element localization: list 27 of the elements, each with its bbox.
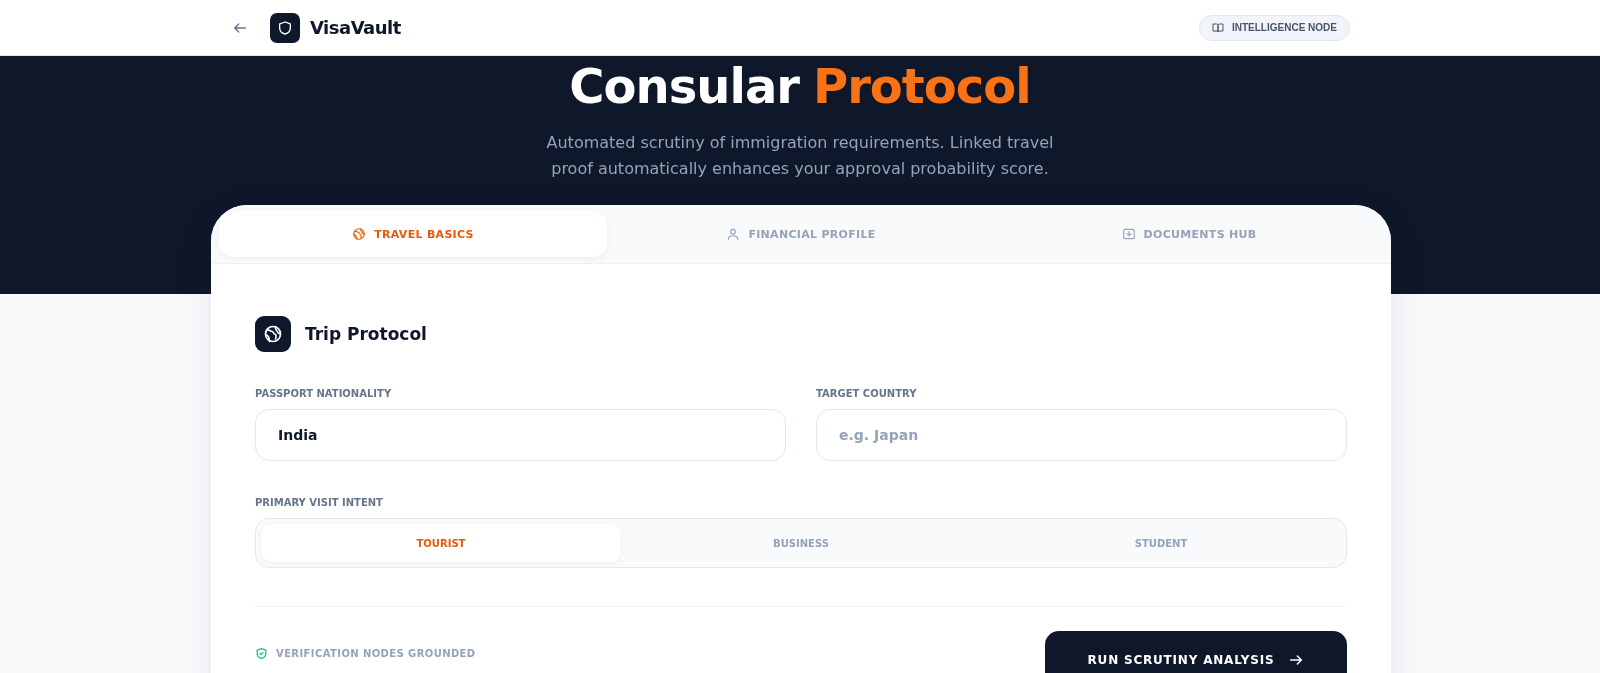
tab[interactable]: TRAVEL BASICS xyxy=(219,211,607,257)
field-label: PASSPORT NATIONALITY xyxy=(255,388,393,399)
hero-title-accent: Protocol xyxy=(813,58,1031,114)
intent-option[interactable]: TOURIST xyxy=(261,524,621,562)
shield-logo-icon xyxy=(270,12,300,43)
hero-title: Consular xyxy=(569,58,799,114)
brand-name: VisaVault xyxy=(310,17,401,38)
input-field[interactable]: e.g. Japan xyxy=(816,409,1347,461)
user-icon xyxy=(726,227,741,241)
arrow-right-icon xyxy=(1288,652,1305,668)
tab[interactable]: FINANCIAL PROFILE xyxy=(607,211,995,257)
input-field[interactable]: India xyxy=(255,409,786,461)
globe-icon xyxy=(255,316,291,352)
run-analysis-button[interactable]: RUN SCRUTINY ANALYSIS xyxy=(1045,631,1347,673)
tab[interactable]: DOCUMENTS HUB xyxy=(995,211,1383,257)
globe-icon xyxy=(352,227,367,241)
shield-check-icon xyxy=(255,647,268,660)
intent-option[interactable]: STUDENT xyxy=(981,524,1341,562)
intent-option[interactable]: BUSINESS xyxy=(621,524,981,562)
field-label: PRIMARY VISIT INTENT xyxy=(255,497,384,508)
hero-subtitle: Automated scrutiny of immigration requirements. Linked travel proof automatically enhances your approval probability score. xyxy=(545,132,1055,180)
status-text: VERIFICATION NODES GROUNDED xyxy=(276,648,476,659)
book-icon xyxy=(1212,21,1224,34)
download-icon xyxy=(1121,227,1136,241)
field-label: TARGET COUNTRY xyxy=(816,388,918,399)
intelligence-node-button[interactable]: INTELLIGENCE NODE xyxy=(1199,14,1350,41)
section-title: Trip Protocol xyxy=(305,324,427,344)
